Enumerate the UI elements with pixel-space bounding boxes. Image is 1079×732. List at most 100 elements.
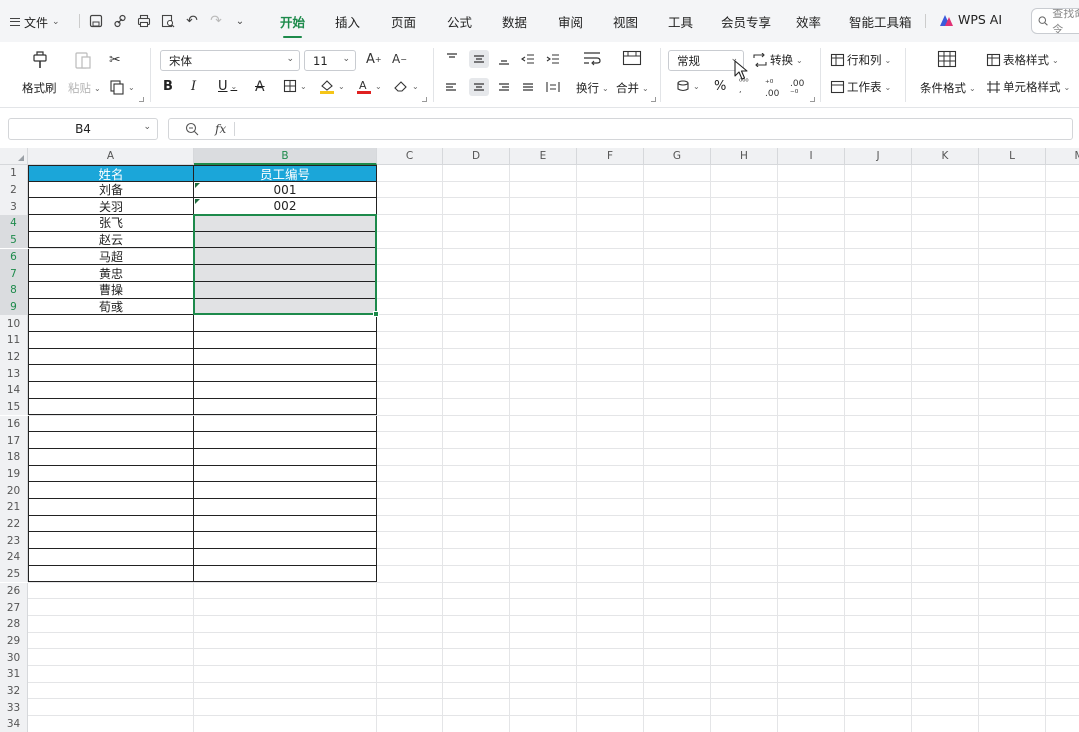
border-button[interactable]: ⌄ xyxy=(283,79,307,93)
table-cell[interactable] xyxy=(194,532,377,550)
row-header-29[interactable]: 29 xyxy=(0,632,28,650)
save-icon[interactable] xyxy=(87,12,105,30)
table-style-button[interactable]: 表格样式 ⌄ xyxy=(986,52,1059,68)
table-cell[interactable]: 黄忠 xyxy=(28,265,194,282)
merge-cells-icon[interactable] xyxy=(622,50,642,66)
column-header-d[interactable]: D xyxy=(443,148,510,165)
row-header-31[interactable]: 31 xyxy=(0,666,28,683)
table-cell[interactable] xyxy=(194,565,377,583)
formula-input[interactable]: fx xyxy=(168,118,1073,140)
tab-member[interactable]: 会员专享 xyxy=(721,12,771,32)
convert-button[interactable]: 转换 ⌄ xyxy=(752,52,803,68)
column-header-b[interactable]: B xyxy=(194,148,377,165)
row-header-4[interactable]: 4 xyxy=(0,215,28,232)
increase-decimal-icon[interactable]: ⁺⁰ .00 xyxy=(765,79,779,99)
row-header-22[interactable]: 22 xyxy=(0,515,28,533)
format-painter-icon[interactable] xyxy=(31,50,49,70)
align-right-icon[interactable] xyxy=(497,80,511,94)
table-cell[interactable]: 马超 xyxy=(28,248,194,266)
row-header-5[interactable]: 5 xyxy=(0,231,28,249)
row-header-23[interactable]: 23 xyxy=(0,532,28,550)
column-header-f[interactable]: F xyxy=(577,148,644,165)
wrap-text-button[interactable]: 换行 ⌄ xyxy=(576,80,609,96)
clear-format-button[interactable]: ⌄ xyxy=(393,79,419,93)
table-cell[interactable]: 刘备 xyxy=(28,181,194,199)
table-cell[interactable] xyxy=(194,482,377,499)
table-cell[interactable] xyxy=(28,465,194,483)
align-bottom-icon[interactable] xyxy=(497,52,511,66)
row-header-20[interactable]: 20 xyxy=(0,482,28,499)
format-painter-button[interactable]: 格式刷 xyxy=(22,80,57,96)
quick-access-dropdown-icon[interactable]: ⌄ xyxy=(231,12,249,30)
percent-button[interactable]: % xyxy=(714,79,726,94)
row-header-15[interactable]: 15 xyxy=(0,398,28,416)
table-cell[interactable] xyxy=(194,432,377,449)
row-header-17[interactable]: 17 xyxy=(0,432,28,449)
wps-ai-button[interactable]: WPS AI xyxy=(940,12,1002,27)
row-header-33[interactable]: 33 xyxy=(0,699,28,717)
fill-color-button[interactable]: ⌄ xyxy=(319,78,345,94)
font-size-select[interactable]: 11 ⌄ xyxy=(304,50,356,71)
row-header-9[interactable]: 9 xyxy=(0,298,28,316)
table-cell[interactable]: 002 xyxy=(194,198,377,216)
increase-font-size-icon[interactable]: A + xyxy=(366,52,382,67)
table-cell[interactable] xyxy=(28,432,194,449)
table-cell[interactable] xyxy=(194,332,377,349)
table-cell[interactable] xyxy=(28,332,194,349)
number-format-select[interactable]: 常规 ⌄ xyxy=(668,50,744,71)
table-cell[interactable]: 关羽 xyxy=(28,198,194,216)
row-header-30[interactable]: 30 xyxy=(0,649,28,666)
row-header-8[interactable]: 8 xyxy=(0,281,28,299)
link-icon[interactable] xyxy=(111,12,129,30)
tab-home[interactable]: 开始 xyxy=(280,12,305,38)
table-cell[interactable] xyxy=(28,382,194,399)
tab-view[interactable]: 视图 xyxy=(613,12,638,32)
row-header-14[interactable]: 14 xyxy=(0,382,28,399)
align-top-icon[interactable] xyxy=(445,52,459,66)
column-header-a[interactable]: A xyxy=(28,148,194,165)
row-header-34[interactable]: 34 xyxy=(0,716,28,732)
row-header-25[interactable]: 25 xyxy=(0,565,28,583)
conditional-format-button[interactable]: 条件格式 ⌄ xyxy=(920,80,976,96)
table-cell[interactable]: 张飞 xyxy=(28,215,194,232)
row-header-21[interactable]: 21 xyxy=(0,499,28,516)
table-cell[interactable] xyxy=(194,382,377,399)
row-header-6[interactable]: 6 xyxy=(0,248,28,266)
table-cell[interactable] xyxy=(194,465,377,483)
column-header-m[interactable]: M xyxy=(1046,148,1079,165)
table-cell[interactable] xyxy=(28,515,194,533)
row-header-12[interactable]: 12 xyxy=(0,348,28,366)
table-cell[interactable] xyxy=(194,549,377,566)
font-color-button[interactable]: A ⌄ xyxy=(356,78,382,94)
number-group-launcher[interactable] xyxy=(810,97,815,102)
table-cell[interactable] xyxy=(28,499,194,516)
decrease-font-size-icon[interactable]: A − xyxy=(392,52,407,66)
row-header-19[interactable]: 19 xyxy=(0,465,28,483)
table-cell[interactable]: 荀彧 xyxy=(28,298,194,316)
decrease-indent-icon[interactable] xyxy=(521,52,535,66)
row-header-18[interactable]: 18 xyxy=(0,448,28,466)
table-cell[interactable] xyxy=(194,415,377,433)
tab-page[interactable]: 页面 xyxy=(391,12,416,32)
column-header-h[interactable]: H xyxy=(711,148,778,165)
table-cell[interactable] xyxy=(28,365,194,383)
row-header-2[interactable]: 2 xyxy=(0,181,28,199)
redo-icon[interactable]: ↷ xyxy=(207,12,225,30)
row-header-27[interactable]: 27 xyxy=(0,599,28,616)
tab-data[interactable]: 数据 xyxy=(502,12,527,32)
spreadsheet-grid[interactable]: ABCDEFGHIJKLM 12345678910111213141516171… xyxy=(0,148,1079,732)
font-name-select[interactable]: 宋体 ⌄ xyxy=(160,50,300,71)
underline-button[interactable]: U ⌄ xyxy=(218,79,237,94)
currency-button[interactable]: ⌄ xyxy=(676,79,700,93)
justify-icon[interactable] xyxy=(521,80,535,94)
thousands-separator-icon[interactable]: ⁰⁰⁰, xyxy=(739,78,749,94)
decrease-decimal-icon[interactable]: .00 ⁻⁰ xyxy=(790,79,804,99)
header-cell[interactable]: 员工编号 xyxy=(194,165,377,182)
align-center-icon[interactable] xyxy=(469,78,489,96)
row-header-16[interactable]: 16 xyxy=(0,415,28,433)
paste-icon[interactable] xyxy=(74,50,92,70)
table-cell[interactable] xyxy=(28,315,194,332)
table-cell[interactable] xyxy=(194,448,377,466)
text-number-indicator-icon[interactable] xyxy=(195,199,200,205)
table-cell[interactable] xyxy=(28,532,194,550)
